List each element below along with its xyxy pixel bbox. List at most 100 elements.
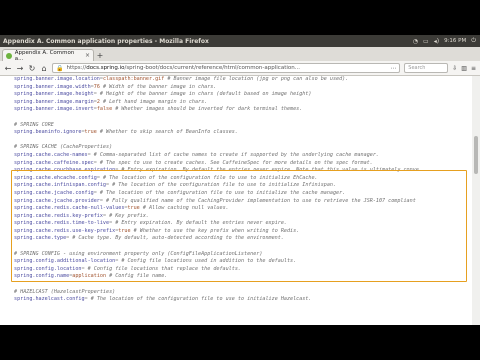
property-key: spring.cache.redis.time-to-live — [14, 220, 110, 227]
power-icon[interactable]: ⏻ — [471, 37, 476, 45]
property-comment: # SPRING CACHE (CacheProperties) — [14, 144, 113, 151]
property-key: spring.cache.jcache.provider — [14, 197, 100, 204]
property-comment: # Whether images should be inverted for … — [112, 106, 303, 113]
property-comment: # Banner image file location (jpg or png… — [164, 76, 349, 82]
property-value: true — [127, 205, 140, 212]
property-comment: # SPRING CONFIG - using environment prop… — [14, 250, 263, 257]
property-value: false — [96, 106, 113, 113]
property-comment: # Width of the banner image in chars. — [99, 83, 217, 90]
property-value: true — [118, 227, 131, 234]
code-line: spring.cache.redis.key-prefix= # Key pre… — [14, 213, 466, 221]
forward-button[interactable]: → — [16, 64, 24, 73]
downloads-icon[interactable]: ⇩ — [452, 65, 457, 72]
tab-label: Appendix A. Common a... — [14, 49, 75, 62]
property-comment: # Comma-separated list of cache names to… — [90, 151, 379, 158]
window-title: Appendix A. Common application propertie… — [3, 37, 209, 45]
code-line: spring.config.location= # Config file lo… — [14, 266, 466, 274]
property-comment: # Key prefix. — [106, 212, 149, 219]
reload-button[interactable]: ↻ — [28, 64, 36, 73]
property-comment: # Whether to skip search of BeanInfo cla… — [96, 129, 238, 136]
property-value: application — [72, 273, 107, 280]
property-key: spring.banner.image.invert — [14, 106, 94, 113]
volume-icon[interactable]: ◂) — [434, 38, 439, 45]
wifi-icon[interactable]: ◔ — [413, 38, 418, 45]
toolbar-icons: ⇩ ▥ ≡ — [452, 65, 476, 72]
code-line: spring.config.additional-location= # Con… — [14, 258, 466, 266]
system-tray: ◔ ▭ ◂) 9:16 PM ⏻ — [413, 37, 480, 45]
lock-icon[interactable]: 🔒 — [56, 65, 63, 72]
code-line: spring.beaninfo.ignore=true # Whether to… — [14, 129, 466, 137]
code-line: spring.cache.jcache.provider= # Fully qu… — [14, 198, 466, 206]
code-line: spring.config.name=application # Config … — [14, 273, 466, 281]
search-input[interactable]: Search — [404, 63, 449, 73]
code-line: # SPRING CACHE (CacheProperties) — [14, 144, 466, 152]
code-line: # SPRING CONFIG - using environment prop… — [14, 251, 466, 259]
scrollbar-thumb[interactable] — [474, 136, 478, 174]
url-text: https://docs.spring.io/spring-boot/docs/… — [66, 65, 300, 71]
property-key: spring.cache.redis.key-prefix — [14, 212, 103, 219]
property-comment: # Allow caching null values. — [139, 205, 229, 212]
code-line: spring.hazelcast.config= # The location … — [14, 296, 466, 304]
property-comment: # Config file name. — [106, 273, 168, 280]
tab-appendix[interactable]: Appendix A. Common a... × — [2, 49, 94, 62]
spring-leaf-icon — [6, 52, 12, 59]
property-comment: # The location of the configuration file… — [109, 182, 337, 189]
title-bar: Appendix A. Common application propertie… — [0, 35, 480, 47]
property-key: spring.cache.type — [14, 235, 67, 242]
property-key: spring.cache.caffeine.spec — [14, 159, 94, 166]
url-host: docs.spring.io — [86, 65, 125, 71]
letterbox-bottom — [0, 325, 480, 360]
url-path: /spring-boot/docs/current/reference/html… — [124, 65, 300, 71]
property-key: spring.banner.image.location — [14, 76, 100, 82]
home-button[interactable]: ⌂ — [40, 64, 48, 73]
code-line: # SPRING CORE — [14, 122, 466, 130]
property-comment: # HAZELCAST (HazelcastProperties) — [14, 288, 116, 295]
page-scrollbar[interactable] — [472, 76, 480, 325]
code-line: spring.cache.infinispan.config= # The lo… — [14, 182, 466, 190]
url-bar[interactable]: 🔒 https://docs.spring.io/spring-boot/doc… — [52, 63, 401, 73]
close-tab-icon[interactable]: × — [85, 52, 90, 59]
code-line: spring.cache.cache-names= # Comma-separa… — [14, 152, 466, 160]
property-key: spring.hazelcast.config — [14, 296, 85, 303]
back-button[interactable]: ← — [4, 64, 12, 73]
property-key: spring.config.location — [14, 265, 82, 272]
property-key: spring.cache.redis.cache-null-values — [14, 205, 125, 212]
code-line: spring.cache.caffeine.spec= # The spec t… — [14, 160, 466, 168]
property-key: spring.beaninfo.ignore — [14, 129, 82, 136]
property-comment: # Cache type. By default, auto-detected … — [69, 235, 284, 242]
property-key: spring.banner.image.height — [14, 91, 94, 98]
code-line: # HAZELCAST (HazelcastProperties) — [14, 289, 466, 297]
property-comment: # The location of the configuration file… — [99, 174, 318, 181]
library-icon[interactable]: ▥ — [461, 65, 467, 72]
property-key: spring.banner.image.width — [14, 83, 91, 90]
property-key: spring.cache.couchbase.expiration — [14, 167, 116, 174]
property-key: spring.config.additional-location — [14, 258, 116, 265]
code-line: spring.banner.image.location=classpath:b… — [14, 76, 466, 84]
property-comment: # Height of the banner image in chars (d… — [96, 91, 312, 98]
property-key: spring.cache.redis.use-key-prefix — [14, 227, 116, 234]
code-line: spring.cache.type= # Cache type. By defa… — [14, 235, 466, 243]
code-line: spring.cache.redis.use-key-prefix=true #… — [14, 228, 466, 236]
code-line: spring.cache.couchbase.expiration= # Ent… — [14, 167, 466, 175]
property-comment: # Config file locations used in addition… — [118, 258, 297, 265]
property-comment: # The location of the configuration file… — [87, 296, 312, 303]
property-comment: # Config file locations that replace the… — [84, 265, 241, 272]
code-line: spring.cache.redis.cache-null-values=tru… — [14, 205, 466, 213]
property-key: spring.banner.image.margin — [14, 98, 94, 105]
new-tab-button[interactable]: + — [94, 49, 106, 61]
property-key: spring.cache.cache-names — [14, 151, 88, 158]
property-comment: # SPRING CORE — [14, 121, 54, 128]
code-line: spring.banner.image.margin=2 # Left hand… — [14, 99, 466, 107]
page-actions-icon[interactable]: ⋯ — [390, 65, 396, 72]
code-listing: spring.banner.image.location=classpath:b… — [14, 76, 466, 304]
tab-strip: Appendix A. Common a... × + — [0, 47, 480, 62]
code-line: spring.banner.image.width=76 # Width of … — [14, 84, 466, 92]
battery-icon[interactable]: ▭ — [423, 38, 429, 45]
menu-icon[interactable]: ≡ — [471, 65, 476, 72]
clock[interactable]: 9:16 PM — [444, 38, 466, 44]
property-comment: # Left hand image margin in chars. — [99, 98, 208, 105]
